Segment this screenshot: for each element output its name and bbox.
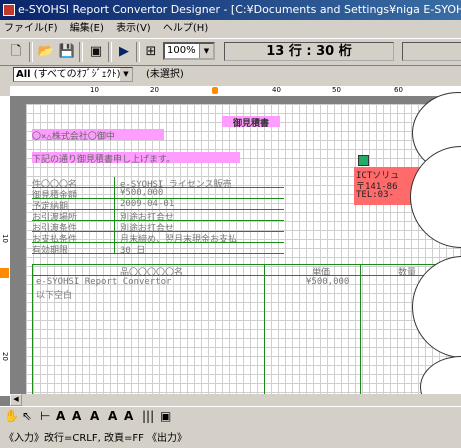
menu-view[interactable]: 表示(V): [116, 23, 151, 34]
ruler-tick-label: 60: [394, 86, 403, 94]
item-name[interactable]: 以下空白: [36, 288, 72, 301]
zoom-value: 100%: [167, 45, 196, 56]
chevron-down-icon[interactable]: ▼: [120, 68, 132, 81]
save-icon[interactable]: 💾: [57, 42, 77, 61]
row-value[interactable]: 2009-04-01: [120, 199, 174, 209]
cursor-position: 13 行 : 30 桁: [224, 42, 394, 61]
item-name[interactable]: e-SYOHSI Report Convertor: [36, 277, 171, 287]
object-select-prefix: All: [16, 69, 31, 80]
window-title: e-SYOHSI Report Convertor Designer - [C:…: [18, 3, 461, 16]
design-area[interactable]: 10 20 40 50 60 10 20 御見積書 〇×△株式会社〇御中 下記の…: [0, 86, 461, 406]
title-bar: e-SYOHSI Report Convertor Designer - [C:…: [0, 0, 461, 20]
report-sheet[interactable]: 御見積書 〇×△株式会社〇御中 下記の通り御見積書申し上げます。 ICTソリュ …: [26, 104, 461, 394]
table-header-line: [32, 275, 461, 276]
scroll-left-icon[interactable]: ◀: [10, 394, 22, 406]
toolbar-scroll[interactable]: [402, 42, 461, 61]
customer-name[interactable]: 〇×△株式会社〇御中: [32, 129, 164, 142]
toolbar-separator: [136, 42, 140, 62]
ruler-tick-label: 20: [1, 352, 9, 361]
image-icon[interactable]: [358, 155, 369, 166]
formatted-text-icon[interactable]: A: [90, 409, 99, 423]
barcode-icon[interactable]: |||: [142, 409, 154, 423]
new-file-icon[interactable]: 🗋: [6, 42, 26, 61]
horizontal-scrollbar[interactable]: ◀: [10, 394, 461, 406]
table-col-line: [264, 264, 265, 394]
ruler-tick-label: 20: [150, 86, 159, 94]
drawing-toolbar: ✋ ⇖ ⊢ A A A A A ||| ▣: [0, 406, 461, 427]
zoom-select[interactable]: 100% ▼: [163, 42, 215, 60]
doc-title[interactable]: 御見積書: [222, 116, 280, 129]
ruler-tick-label: 10: [90, 86, 99, 94]
open-folder-icon[interactable]: 📂: [36, 42, 56, 61]
text-icon[interactable]: A: [56, 409, 65, 423]
small-text-icon[interactable]: A: [124, 409, 133, 423]
zoom-icon[interactable]: ⊞: [141, 42, 161, 61]
row-value[interactable]: ¥500,000: [120, 188, 163, 198]
ruler-tick-label: 40: [272, 86, 281, 94]
properties-icon[interactable]: ▣: [86, 42, 106, 61]
row-divider: [114, 177, 115, 254]
row-label[interactable]: 有効期限: [32, 243, 68, 256]
ruler-left: 10 20: [0, 96, 11, 396]
chevron-down-icon[interactable]: ▼: [199, 44, 213, 58]
menu-bar: ファイル(F) 編集(E) 表示(V) ヘルプ(H): [0, 20, 461, 37]
status-bar: 《入力》改行=CRLF, 改頁=FF 《出力》: [4, 433, 188, 444]
pointer-icon[interactable]: ⇖: [22, 409, 32, 423]
rotated-text-icon[interactable]: A: [108, 409, 117, 423]
field-text-icon[interactable]: A: [72, 409, 81, 423]
object-toolbar: All (すべてのｵﾌﾞｼﾞｪｸﾄ) ▼ (未選択): [0, 66, 461, 84]
ruler-marker[interactable]: [0, 268, 9, 278]
ruler-corner: [0, 86, 10, 96]
app-icon: [3, 4, 15, 16]
company-tel: TEL:03-: [356, 190, 394, 200]
hand-icon[interactable]: ✋: [4, 409, 19, 423]
object-select-value: (すべてのｵﾌﾞｼﾞｪｸﾄ): [33, 69, 121, 80]
run-icon[interactable]: ▶: [114, 42, 134, 61]
table-top-line: [32, 264, 461, 265]
line-icon[interactable]: ⊢: [40, 409, 50, 423]
image-icon[interactable]: ▣: [160, 409, 171, 423]
menu-edit[interactable]: 編集(E): [70, 23, 104, 34]
table-col-line: [360, 264, 361, 394]
item-price[interactable]: ¥500,000: [306, 277, 349, 287]
intro-text[interactable]: 下記の通り御見積書申し上げます。: [32, 152, 240, 165]
row-line: [32, 253, 284, 254]
ruler-marker[interactable]: [212, 87, 218, 94]
ruler-top: 10 20 40 50 60: [10, 86, 461, 97]
menu-help[interactable]: ヘルプ(H): [163, 23, 208, 34]
toolbar-separator: [29, 42, 33, 62]
toolbar-separator: [108, 42, 112, 62]
menu-file[interactable]: ファイル(F): [4, 23, 58, 34]
selected-object: (未選択): [146, 69, 184, 80]
ruler-tick-label: 50: [332, 86, 341, 94]
ruler-tick-label: 10: [1, 234, 9, 243]
object-select[interactable]: All (すべてのｵﾌﾞｼﾞｪｸﾄ) ▼: [13, 67, 133, 82]
row-value[interactable]: 30 日: [120, 243, 145, 256]
table-header-qty[interactable]: 数量: [398, 265, 416, 278]
row-line: [32, 242, 284, 243]
main-toolbar: 🗋 📂 💾 ▣ ▶ ⊞ 100% ▼ 13 行 : 30 桁: [0, 38, 461, 66]
table-col-line: [32, 264, 33, 394]
toolbar-separator: [79, 42, 83, 62]
